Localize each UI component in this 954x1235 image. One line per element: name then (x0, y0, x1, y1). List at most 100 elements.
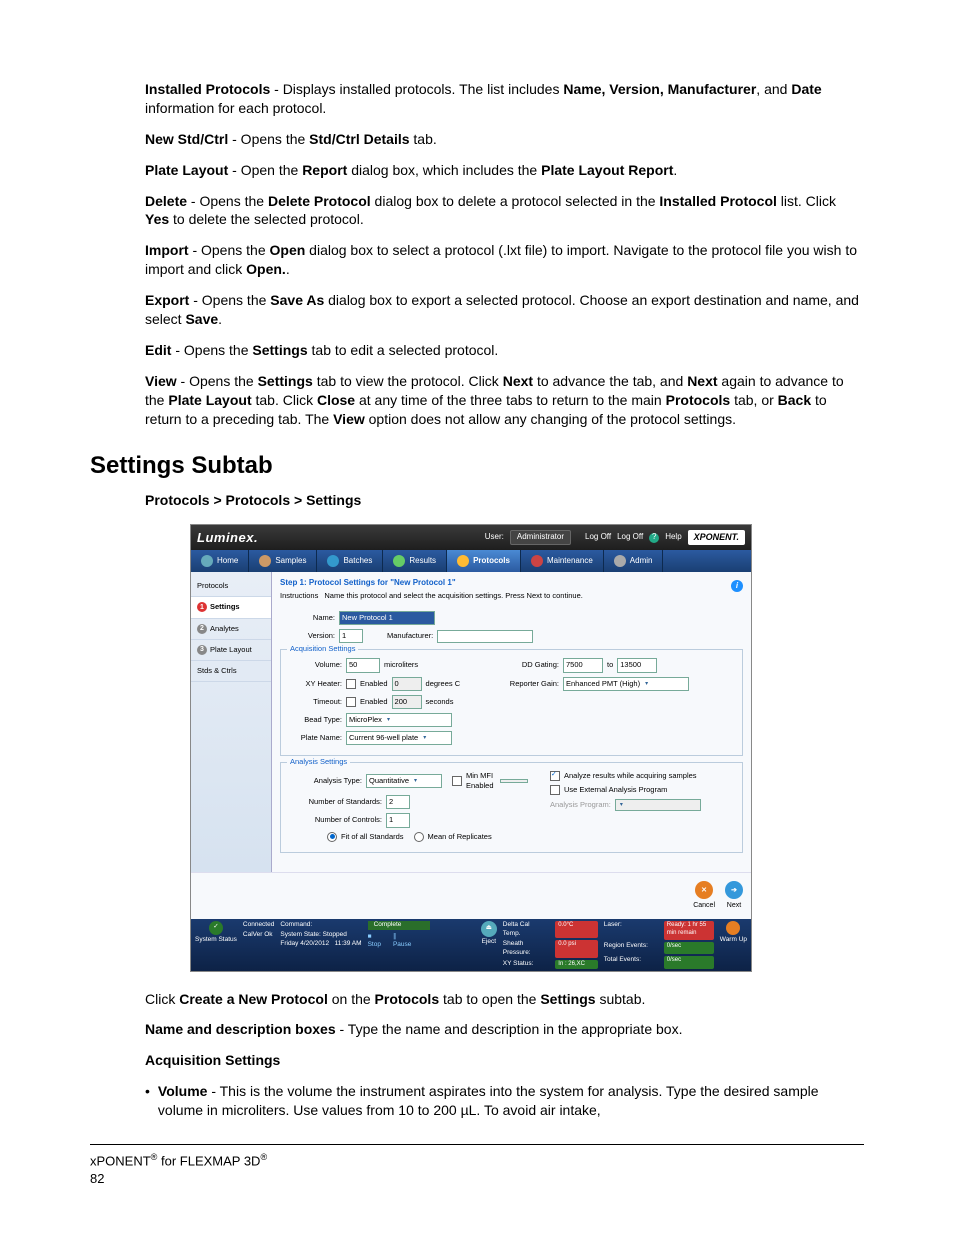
deltacal-value: 0.0°C (555, 921, 598, 939)
tab-results[interactable]: Results (383, 550, 447, 572)
numstandards-input[interactable]: 2 (386, 795, 410, 809)
analyze-while-checkbox[interactable] (550, 771, 560, 781)
main-nav: Home Samples Batches Results Protocols M… (191, 550, 751, 572)
reportergain-label: Reporter Gain: (504, 679, 559, 689)
ddgating-to-input[interactable]: 13500 (617, 658, 657, 672)
page-footer: xPONENT® for FLEXMAP 3D® 82 (90, 1144, 864, 1187)
sidebar-item-stds-ctrls[interactable]: Stds & Ctrls (191, 661, 271, 682)
user-label: User: (485, 532, 504, 543)
analyze-while-label: Analyze results while acquiring samples (564, 771, 697, 781)
totalevents-value: 0/sec (664, 956, 714, 968)
fit-radio[interactable] (327, 832, 337, 842)
sidebar-item-protocols[interactable]: Protocols (191, 576, 271, 597)
deltacal-label: Delta Cal Temp. (503, 921, 546, 939)
xyheater-enabled-label: Enabled (360, 679, 388, 689)
app-titlebar: Luminex. User: Administrator Log OffLog … (191, 525, 751, 551)
xyheater-checkbox[interactable] (346, 679, 356, 689)
volume-unit: microliters (384, 660, 418, 670)
para-create-protocol: Click Create a New Protocol on the Proto… (90, 990, 864, 1009)
analysis-program-label: Analysis Program: (550, 800, 611, 810)
admin-icon (614, 555, 626, 567)
timeout-checkbox[interactable] (346, 697, 356, 707)
eject-label[interactable]: Eject (482, 938, 496, 947)
laser-value: Ready: 1 hr 55 min remain (664, 921, 714, 941)
sidebar-item-settings[interactable]: 1Settings (191, 597, 271, 618)
instructions-text: Name this protocol and select the acquis… (324, 591, 582, 601)
xyheater-input[interactable]: 0 (392, 677, 422, 691)
xyheater-label: XY Heater: (287, 679, 342, 689)
para-new-stdctrl: New Std/Ctrl - Opens the Std/Ctrl Detail… (90, 130, 864, 149)
fit-label: Fit of all Standards (341, 832, 404, 842)
version-input[interactable]: 1 (339, 629, 363, 643)
minmfi-label: Min MFI Enabled (466, 771, 496, 791)
maintenance-icon (531, 555, 543, 567)
tab-admin[interactable]: Admin (604, 550, 664, 572)
help-button[interactable]: ? (649, 533, 659, 543)
tab-maintenance[interactable]: Maintenance (521, 550, 604, 572)
para-import: Import - Opens the Open dialog box to se… (90, 241, 864, 279)
pause-button[interactable]: ∥Pause (393, 933, 411, 951)
eject-icon[interactable]: ⏏ (481, 921, 497, 937)
calver-label: CalVer Ok (243, 931, 274, 940)
ddgating-label: DD Gating: (504, 660, 559, 670)
para-name-desc: Name and description boxes - Type the na… (90, 1020, 864, 1039)
command-complete: Complete (368, 921, 430, 930)
system-status-label: System Status (195, 936, 237, 945)
cancel-icon: ✕ (695, 881, 713, 899)
acquisition-legend: Acquisition Settings (287, 644, 358, 654)
reportergain-select[interactable]: Enhanced PMT (High) (563, 677, 689, 691)
sidebar-item-plate-layout[interactable]: 3Plate Layout (191, 640, 271, 661)
sidebar-item-analytes[interactable]: 2Analytes (191, 619, 271, 640)
page-number: 82 (90, 1171, 104, 1186)
logoff-button[interactable]: Log Off (585, 532, 611, 543)
step-1-icon: 1 (197, 602, 207, 612)
results-icon (393, 555, 405, 567)
laser-label: Laser: (604, 921, 654, 941)
minmfi-input[interactable] (500, 779, 528, 783)
next-button[interactable]: ➔Next (725, 881, 743, 910)
volume-input[interactable]: 50 (346, 658, 380, 672)
timeout-input[interactable]: 200 (392, 695, 422, 709)
sheath-label: Sheath Pressure: (503, 940, 546, 958)
xystatus-label: XY Status: (503, 960, 546, 969)
tab-samples[interactable]: Samples (249, 550, 317, 572)
systemstate-label: System State: (280, 931, 320, 938)
minmfi-checkbox[interactable] (452, 776, 462, 786)
stop-button[interactable]: ■Stop (368, 933, 381, 951)
numcontrols-input[interactable]: 1 (386, 813, 410, 827)
use-external-checkbox[interactable] (550, 785, 560, 795)
numcontrols-label: Number of Controls: (287, 815, 382, 825)
name-input[interactable]: New Protocol 1 (339, 611, 435, 625)
luminex-logo: Luminex. (197, 529, 258, 547)
manufacturer-input[interactable] (437, 630, 533, 643)
para-acq-heading: Acquisition Settings (90, 1051, 864, 1070)
acquisition-settings-group: Acquisition Settings Volume:50microliter… (280, 649, 743, 756)
status-time: 11:39 AM (335, 940, 362, 947)
para-delete: Delete - Opens the Delete Protocol dialo… (90, 192, 864, 230)
ddgating-from-input[interactable]: 7500 (563, 658, 603, 672)
tab-batches[interactable]: Batches (317, 550, 383, 572)
numstandards-label: Number of Standards: (287, 797, 382, 807)
breadcrumb: Protocols > Protocols > Settings (90, 491, 864, 510)
version-label: Version: (280, 631, 335, 641)
tab-protocols[interactable]: Protocols (447, 550, 521, 572)
user-value: Administrator (510, 530, 571, 545)
timeout-label: Timeout: (287, 697, 342, 707)
next-icon: ➔ (725, 881, 743, 899)
beadtype-select[interactable]: MicroPlex (346, 713, 452, 727)
protocols-icon (457, 555, 469, 567)
mean-radio[interactable] (414, 832, 424, 842)
connected-icon: ✓ (209, 921, 223, 935)
platename-select[interactable]: Current 96-well plate (346, 731, 452, 745)
systemstate-value: Stopped (323, 931, 347, 938)
warmup-icon[interactable] (726, 921, 740, 935)
tab-home[interactable]: Home (191, 550, 249, 572)
cancel-button[interactable]: ✕Cancel (693, 881, 715, 910)
warmup-label[interactable]: Warm Up (720, 936, 747, 945)
analysistype-label: Analysis Type: (287, 776, 362, 786)
status-date: Friday 4/20/2012 (280, 940, 329, 947)
analysis-settings-group: Analysis Settings Analysis Type:Quantita… (280, 762, 743, 853)
sheath-value: 0.0 psi (555, 940, 598, 958)
para-plate-layout: Plate Layout - Open the Report dialog bo… (90, 161, 864, 180)
analysistype-select[interactable]: Quantitative (366, 774, 442, 788)
